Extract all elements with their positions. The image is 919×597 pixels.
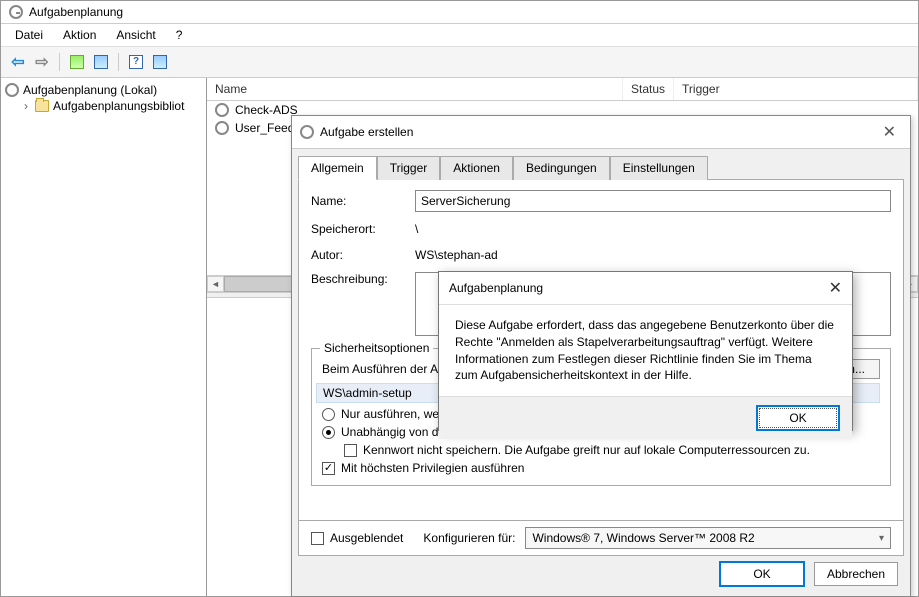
name-input[interactable]: [415, 190, 891, 212]
list-header: Name Status Trigger: [207, 78, 918, 101]
tree-library[interactable]: › Aufgabenplanungsbibliot: [3, 98, 204, 114]
close-button[interactable]: ✕: [877, 122, 902, 142]
folder-icon: [35, 100, 49, 112]
check-highest-priv-label: Mit höchsten Privilegien ausführen: [341, 461, 524, 475]
clock-icon: [5, 83, 19, 97]
radio-only-logged-on[interactable]: [322, 408, 335, 421]
list-icon: [94, 55, 108, 69]
back-button[interactable]: ⇦: [7, 51, 29, 73]
chevron-down-icon: ▾: [879, 533, 884, 544]
tab-actions[interactable]: Aktionen: [440, 156, 513, 180]
run-button[interactable]: [149, 51, 171, 73]
check-highest-priv[interactable]: [322, 462, 335, 475]
bottom-row: Ausgeblendet Konfigurieren für: Windows®…: [298, 521, 904, 556]
tab-general[interactable]: Allgemein: [298, 156, 377, 180]
tab-settings[interactable]: Einstellungen: [610, 156, 708, 180]
help-icon: ?: [129, 55, 143, 69]
up-button[interactable]: [66, 51, 88, 73]
toolbar: ⇦ ⇨ ?: [1, 47, 918, 78]
run-icon: [153, 55, 167, 69]
clock-icon: [215, 121, 229, 135]
configure-for-label: Konfigurieren für:: [423, 531, 515, 545]
tab-trigger[interactable]: Trigger: [377, 156, 441, 180]
msg-titlebar: Aufgabenplanung ✕: [439, 272, 852, 305]
col-trigger[interactable]: Trigger: [674, 78, 918, 100]
radio-only-logged-on-label: Nur ausführen, wenn: [341, 407, 452, 421]
toolbar-separator: [59, 53, 60, 71]
folder-up-icon: [70, 55, 84, 69]
window-title: Aufgabenplanung: [29, 5, 123, 19]
ok-button[interactable]: OK: [756, 405, 840, 431]
menu-file[interactable]: Datei: [7, 26, 51, 44]
help-button[interactable]: ?: [125, 51, 147, 73]
arrow-left-icon: ⇦: [11, 52, 24, 72]
menubar: Datei Aktion Ansicht ?: [1, 24, 918, 47]
clock-icon: [300, 125, 314, 139]
col-name[interactable]: Name: [207, 78, 623, 100]
cancel-button[interactable]: Abbrechen: [814, 562, 898, 586]
close-button[interactable]: ✕: [829, 278, 842, 298]
dialog-buttons: OK Abbrechen: [292, 556, 910, 596]
titlebar: Aufgabenplanung: [1, 1, 918, 24]
tree-root-label: Aufgabenplanung (Lokal): [23, 83, 157, 97]
label-description: Beschreibung:: [311, 272, 411, 286]
forward-button[interactable]: ⇨: [31, 51, 53, 73]
toolbar-separator: [118, 53, 119, 71]
tab-conditions[interactable]: Bedingungen: [513, 156, 610, 180]
combo-value: Windows® 7, Windows Server™ 2008 R2: [532, 531, 754, 545]
check-hidden[interactable]: [311, 532, 324, 545]
menu-action[interactable]: Aktion: [55, 26, 104, 44]
scroll-left-button[interactable]: ◄: [207, 276, 224, 292]
configure-for-combo[interactable]: Windows® 7, Windows Server™ 2008 R2 ▾: [525, 527, 891, 549]
tree-panel: Aufgabenplanung (Lokal) › Aufgabenplanun…: [1, 78, 207, 596]
clock-icon: [9, 5, 23, 19]
dialog-titlebar: Aufgabe erstellen ✕: [292, 116, 910, 149]
label-author: Autor:: [311, 248, 411, 262]
radio-independent[interactable]: [322, 426, 335, 439]
run-as-label: Beim Ausführen der Au: [322, 362, 445, 376]
clock-icon: [215, 103, 229, 117]
msg-body: Diese Aufgabe erfordert, dass das angege…: [439, 305, 852, 396]
ok-button[interactable]: OK: [720, 562, 804, 586]
dialog-title: Aufgabe erstellen: [320, 125, 413, 139]
label-location: Speicherort:: [311, 222, 411, 236]
tree-library-label: Aufgabenplanungsbibliot: [53, 99, 184, 113]
check-hidden-label: Ausgeblendet: [330, 531, 403, 545]
msg-title: Aufgabenplanung: [449, 281, 543, 295]
check-no-password-label: Kennwort nicht speichern. Die Aufgabe gr…: [363, 443, 810, 457]
task-name: Check-ADS: [235, 103, 298, 117]
view-list-button[interactable]: [90, 51, 112, 73]
menu-view[interactable]: Ansicht: [108, 26, 163, 44]
msg-buttons: OK: [439, 396, 852, 439]
tab-strip: Allgemein Trigger Aktionen Bedingungen E…: [292, 149, 910, 179]
message-box: Aufgabenplanung ✕ Diese Aufgabe erforder…: [438, 271, 853, 431]
check-no-password[interactable]: [344, 444, 357, 457]
tree-expand-icon[interactable]: ›: [21, 99, 31, 113]
col-status[interactable]: Status: [623, 78, 674, 100]
value-location: \: [415, 220, 418, 238]
arrow-right-icon: ⇨: [35, 52, 48, 72]
label-name: Name:: [311, 194, 411, 208]
tree-root[interactable]: Aufgabenplanung (Lokal): [3, 82, 204, 98]
group-title-security: Sicherheitsoptionen: [320, 341, 433, 355]
menu-help[interactable]: ?: [168, 26, 191, 44]
value-author: WS\stephan-ad: [415, 246, 498, 264]
